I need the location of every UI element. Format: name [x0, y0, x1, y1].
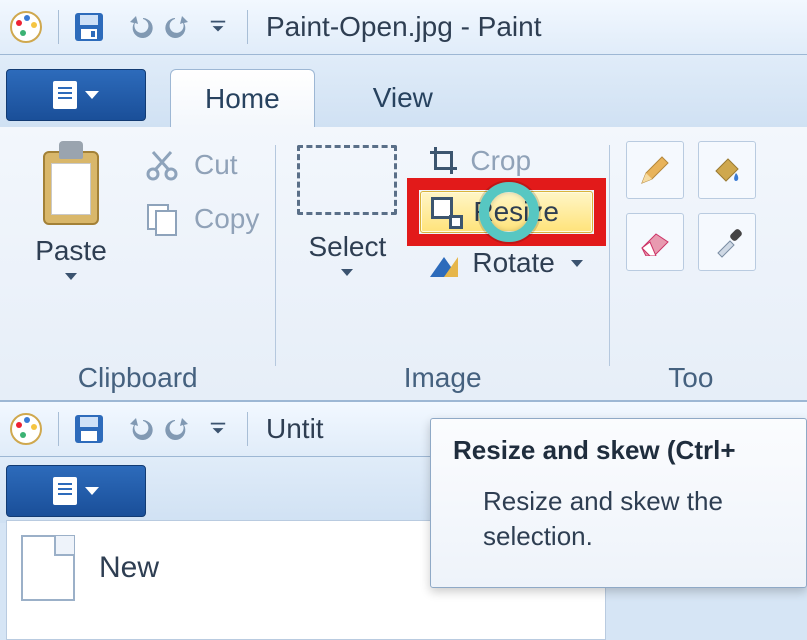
file-menu-button[interactable]: [6, 465, 146, 517]
tooltip-body: Resize and skew the selection.: [483, 484, 784, 554]
menu-item-label: New: [99, 551, 159, 585]
paint-app-icon: [8, 9, 44, 45]
customize-qat-icon[interactable]: [207, 17, 229, 37]
cut-label: Cut: [194, 149, 238, 181]
title-bar: Paint-Open.jpg - Paint: [0, 0, 807, 55]
paste-button[interactable]: Paste: [16, 141, 126, 280]
copy-label: Copy: [194, 203, 259, 235]
select-label: Select: [308, 231, 386, 263]
scissors-icon: [144, 147, 180, 183]
quick-access-toolbar: [8, 9, 229, 45]
separator: [58, 10, 59, 44]
pencil-tool[interactable]: [626, 141, 684, 199]
resize-icon: [431, 197, 461, 227]
group-label-image: Image: [404, 362, 482, 400]
rotate-label: Rotate: [472, 247, 555, 279]
dropdown-caret-icon: [65, 273, 77, 280]
file-menu-button[interactable]: [6, 69, 146, 121]
customize-qat-icon[interactable]: [207, 419, 229, 439]
dropdown-caret-icon: [571, 260, 583, 267]
bucket-icon: [710, 153, 744, 187]
paste-label: Paste: [35, 235, 107, 267]
crop-button[interactable]: Crop: [420, 141, 593, 181]
undo-icon[interactable]: [125, 12, 155, 42]
ribbon: Paste Cut Co: [0, 127, 807, 401]
save-icon[interactable]: [73, 413, 105, 445]
resize-button[interactable]: Resize: [420, 191, 593, 233]
crop-label: Crop: [470, 145, 531, 177]
undo-icon[interactable]: [125, 414, 155, 444]
document-icon: [53, 477, 77, 505]
dropdown-caret-icon: [85, 91, 99, 99]
color-picker-tool[interactable]: [698, 213, 756, 271]
group-label-clipboard: Clipboard: [78, 362, 198, 400]
cut-button[interactable]: Cut: [144, 147, 259, 183]
tab-view[interactable]: View: [339, 69, 467, 127]
tooltip-resize: Resize and skew (Ctrl+ Resize and skew t…: [430, 418, 807, 588]
rotate-button[interactable]: Rotate: [420, 243, 593, 283]
new-file-icon: [21, 535, 75, 601]
select-button[interactable]: Select: [292, 141, 402, 276]
dropdown-caret-icon: [341, 269, 353, 276]
crop-icon: [430, 147, 458, 175]
eyedropper-icon: [712, 225, 742, 259]
redo-icon[interactable]: [163, 12, 193, 42]
copy-button[interactable]: Copy: [144, 201, 259, 237]
group-tools: Too: [610, 141, 756, 400]
document-icon: [53, 81, 77, 109]
redo-icon[interactable]: [163, 414, 193, 444]
save-icon[interactable]: [73, 11, 105, 43]
window-title: Untit: [266, 413, 324, 445]
group-clipboard: Paste Cut Co: [0, 141, 275, 400]
annotation-cursor-ring: [479, 182, 539, 242]
separator: [247, 10, 248, 44]
clipboard-icon: [37, 141, 105, 229]
window-title: Paint-Open.jpg - Paint: [266, 11, 542, 43]
eraser-tool[interactable]: [626, 213, 684, 271]
tab-home[interactable]: Home: [170, 69, 315, 127]
rotate-icon: [430, 249, 460, 277]
pencil-icon: [638, 153, 672, 187]
group-label-tools: Too: [668, 362, 713, 400]
fill-tool[interactable]: [698, 141, 756, 199]
tab-strip: Home View: [0, 55, 807, 127]
tooltip-title: Resize and skew (Ctrl+: [453, 435, 784, 466]
selection-marquee-icon: [297, 145, 397, 215]
eraser-icon: [638, 228, 672, 256]
dropdown-caret-icon: [85, 487, 99, 495]
paint-app-icon: [8, 411, 44, 447]
group-image: Select Crop Resize: [276, 141, 609, 400]
copy-icon: [144, 201, 180, 237]
